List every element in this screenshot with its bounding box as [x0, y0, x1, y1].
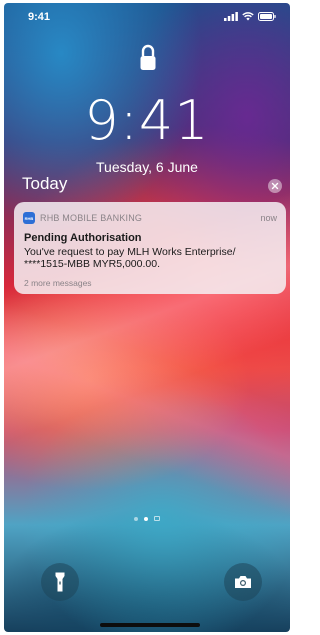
notification-title: Pending Authorisation	[24, 232, 142, 244]
page-dot-active	[144, 516, 148, 521]
flashlight-icon	[55, 572, 65, 592]
rhb-app-icon: RHB	[23, 212, 35, 224]
status-time: 9:41	[28, 11, 51, 23]
page-dot	[134, 516, 138, 521]
flashlight-button[interactable]	[41, 563, 79, 601]
home-indicator[interactable]	[100, 623, 200, 627]
camera-page-dot	[154, 516, 160, 521]
page-indicator	[134, 516, 160, 521]
notification-card[interactable]: RHB RHB MOBILE BANKING now Pending Autho…	[14, 202, 286, 294]
notification-app-name: RHB MOBILE BANKING	[40, 213, 143, 223]
clear-notifications-button[interactable]	[268, 179, 282, 193]
camera-button[interactable]	[224, 563, 262, 601]
notification-body-line: ****1515-MBB MYR5,000.00.	[24, 258, 160, 270]
wifi-icon	[242, 12, 254, 21]
battery-icon	[258, 12, 276, 21]
camera-icon	[235, 576, 251, 588]
close-icon	[271, 182, 279, 190]
lock-icon	[140, 44, 156, 70]
lock-screen-time: 9:41	[84, 89, 210, 152]
notification-body: You've request to pay MLH Works Enterpri…	[24, 246, 279, 270]
notification-body-line: You've request to pay MLH Works Enterpri…	[24, 246, 236, 258]
notification-more-count: 2 more messages	[24, 278, 92, 288]
lock-screen-date: Tuesday, 6 June	[96, 159, 198, 175]
notification-section-title: Today	[22, 174, 68, 193]
signal-bars-icon	[224, 12, 238, 21]
lock-screen: 9:41 9:41 Tuesday, 6 June Today RHB RHB …	[4, 3, 290, 632]
notification-time: now	[260, 213, 277, 223]
status-icons	[224, 12, 276, 21]
status-bar: 9:41	[4, 3, 290, 29]
notification-header: RHB RHB MOBILE BANKING now	[23, 211, 277, 225]
